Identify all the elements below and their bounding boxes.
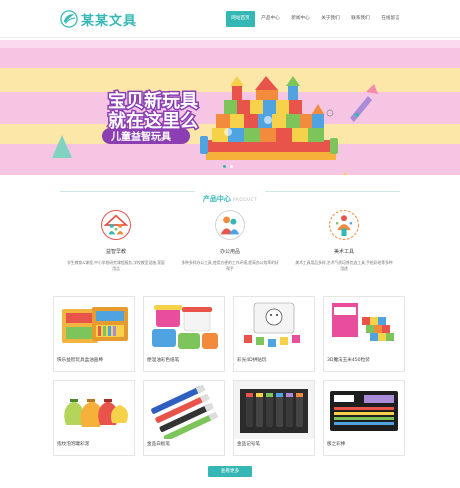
crayon-box-icon — [54, 297, 134, 355]
category-desc: 多种多样办公工具,使用方便的工作环境,提高办公效率的好帮手 — [181, 260, 279, 271]
product-grid: 快乐益智玩具盒油画棒 便温油彩色纸笔 彩光4D拼贴玩 3D魔法玉米450粒装 指… — [53, 296, 407, 456]
site-logo[interactable]: 某某文具 — [60, 9, 137, 29]
product-card[interactable]: 版之彩棒 — [323, 380, 405, 456]
product-card[interactable]: 金品记号笔 — [233, 380, 315, 456]
product-title: 3D魔法玉米450粒装 — [327, 358, 370, 363]
artist-icon — [329, 210, 359, 240]
leaf-logo-icon — [60, 10, 78, 28]
whiteboard-markers-icon — [144, 381, 224, 439]
banner-dot-1[interactable] — [223, 165, 226, 168]
nav-item-products[interactable]: 产品中心 — [256, 11, 285, 27]
banner-line3: 儿童益智玩具 — [110, 130, 171, 143]
category-name: 办公用品 — [219, 249, 240, 255]
paint-sacks-icon — [54, 381, 134, 439]
section-subtitle: PRODUCT — [232, 198, 258, 203]
section-title: 产品中心 — [202, 195, 231, 203]
product-title: 快乐益智玩具盒油画棒 — [57, 358, 103, 363]
product-card[interactable]: 3D魔法玉米450粒装 — [323, 296, 405, 372]
category-name: 益智早教 — [105, 249, 126, 255]
category-name: 美术工具 — [333, 249, 354, 255]
category-item[interactable]: 益智早教 学生教育&课程,中小学校研究课程服务,学校教室设施,家庭用品 — [60, 208, 172, 272]
nav-item-contact[interactable]: 联系我们 — [346, 11, 375, 27]
product-card[interactable]: 便温油彩色纸笔 — [143, 296, 225, 372]
nav-item-news[interactable]: 新闻中心 — [286, 11, 315, 27]
product-center-heading: 产品中心 PRODUCT — [0, 186, 460, 205]
puzzle-tray-icon — [234, 297, 314, 355]
category-item[interactable]: 美术工具 美术工具用品多样,艺术气质培养优选工具,手绘彩绘等多种用途 — [288, 208, 400, 272]
banner-illustration: 就在这里么 宝贝新玩具 儿童益智玩具 — [0, 40, 460, 175]
marker-set-icon — [234, 381, 314, 439]
site-header: 某某文具 网站首页 产品中心 新闻中心 关于我们 联系我们 在线留言 — [0, 0, 460, 38]
banner-pagination — [223, 165, 233, 168]
main-nav: 网站首页 产品中心 新闻中心 关于我们 联系我们 在线留言 — [226, 11, 406, 27]
hero-banner[interactable]: 就在这里么 宝贝新玩具 儿童益智玩具 — [0, 40, 460, 175]
heading-rule-right — [265, 191, 400, 192]
category-desc: 美术工具用品多样,艺术气质培养优选工具,手绘彩绘等多种用途 — [295, 260, 393, 271]
block-set-icon — [324, 297, 404, 355]
nav-item-message[interactable]: 在线留言 — [376, 11, 405, 27]
heading-rule-left — [60, 191, 195, 192]
category-list: 益智早教 学生教育&课程,中小学校研究课程服务,学校教室设施,家庭用品 办公用品… — [60, 208, 400, 272]
banner-headline: 就在这里么 宝贝新玩具 儿童益智玩具 — [102, 89, 200, 144]
product-card[interactable]: 彩光4D拼贴玩 — [233, 296, 315, 372]
product-title: 指纹泡泡罐彩泥 — [57, 442, 90, 447]
brand-name: 某某文具 — [81, 13, 138, 29]
product-title: 金品记号笔 — [237, 442, 260, 447]
product-card[interactable]: 快乐益智玩具盒油画棒 — [53, 296, 135, 372]
product-title: 彩光4D拼贴玩 — [237, 358, 267, 363]
clay-buckets-icon — [144, 297, 224, 355]
nav-item-home[interactable]: 网站首页 — [226, 11, 255, 27]
view-more-button[interactable]: 查看更多 — [208, 466, 252, 477]
people-icon — [215, 210, 245, 240]
product-title: 金品白板笔 — [147, 442, 170, 447]
product-title: 便温油彩色纸笔 — [147, 358, 180, 363]
product-card[interactable]: 指纹泡泡罐彩泥 — [53, 380, 135, 456]
house-family-icon — [101, 210, 131, 240]
nav-item-about[interactable]: 关于我们 — [316, 11, 345, 27]
pen-case-icon — [324, 381, 404, 439]
banner-line1: 宝贝新玩具 — [108, 90, 198, 112]
category-desc: 学生教育&课程,中小学校研究课程服务,学校教室设施,家庭用品 — [67, 260, 165, 271]
product-title: 版之彩棒 — [327, 442, 346, 447]
category-item[interactable]: 办公用品 多种多样办公工具,使用方便的工作环境,提高办公效率的好帮手 — [174, 208, 286, 272]
banner-dot-2[interactable] — [230, 165, 233, 168]
product-card[interactable]: 金品白板笔 — [143, 380, 225, 456]
banner-line2: 就在这里么 — [108, 110, 198, 132]
